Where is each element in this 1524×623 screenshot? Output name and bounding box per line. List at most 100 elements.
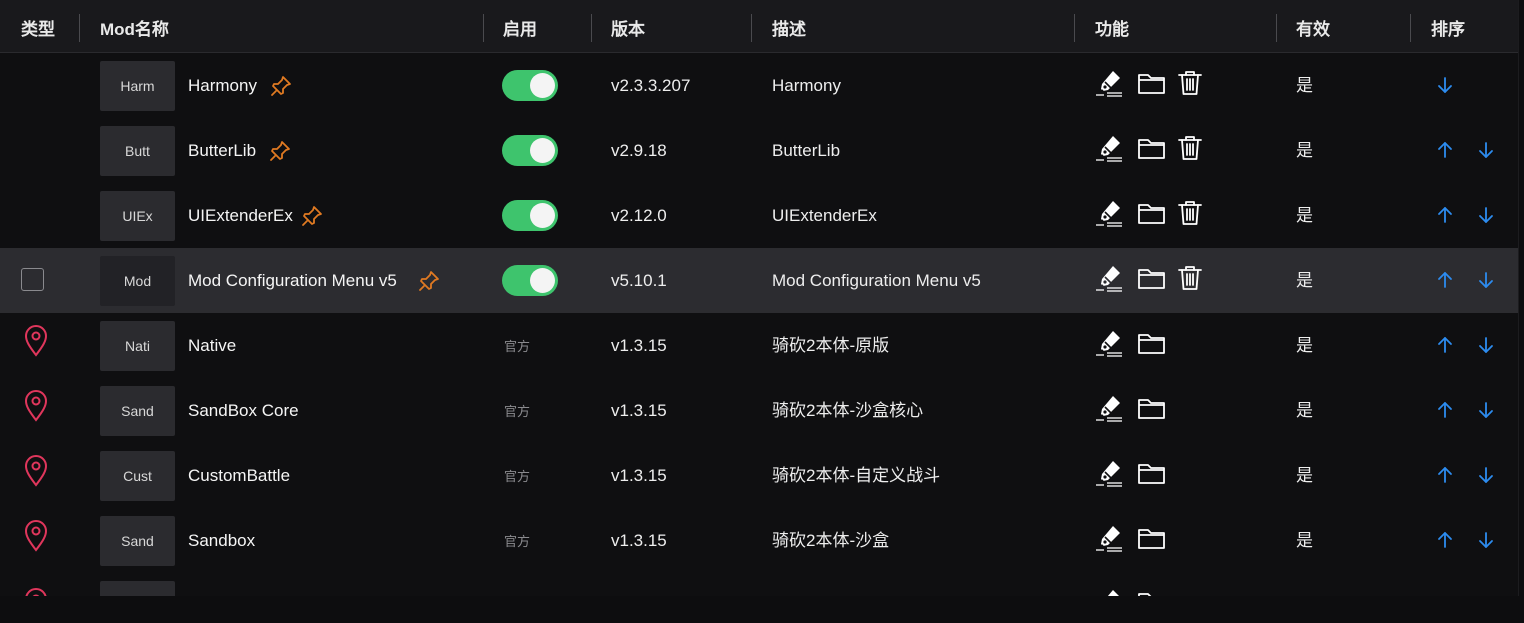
arrow-down-icon[interactable] — [1477, 140, 1495, 160]
table-row[interactable]: Cust CustomBattle 官方 v1.3.15 骑砍2本体-自定义战斗… — [0, 443, 1518, 508]
table-row[interactable]: Sand SandBox Core 官方 v1.3.15 骑砍2本体-沙盒核心 … — [0, 378, 1518, 443]
folder-icon[interactable] — [1136, 262, 1168, 294]
official-label: 官方 — [504, 469, 531, 484]
header-functions[interactable]: 功能 — [1095, 0, 1129, 52]
mod-thumbnail: Mod — [100, 256, 175, 306]
header-valid[interactable]: 有效 — [1296, 0, 1330, 52]
pen-edit-icon[interactable] — [1093, 327, 1125, 359]
pen-edit-icon[interactable] — [1093, 132, 1125, 164]
mod-description: Harmony — [772, 76, 841, 95]
table-row-partial[interactable] — [0, 578, 1518, 596]
mod-version: v1.3.15 — [611, 466, 667, 485]
mod-description: 骑砍2本体-自定义战斗 — [772, 466, 941, 485]
enable-toggle[interactable] — [502, 265, 558, 296]
pen-edit-icon[interactable] — [1093, 586, 1125, 596]
header-type[interactable]: 类型 — [21, 0, 55, 52]
arrow-up-icon[interactable] — [1436, 140, 1454, 160]
mod-thumbnail: Nati — [100, 321, 175, 371]
mod-thumbnail: Harm — [100, 61, 175, 111]
folder-icon[interactable] — [1136, 392, 1168, 424]
mod-name: Mod Configuration Menu v5 — [188, 271, 397, 290]
mod-version: v1.3.15 — [611, 531, 667, 550]
pin-icon[interactable] — [300, 204, 324, 228]
arrow-down-icon[interactable] — [1436, 75, 1454, 95]
trash-icon[interactable] — [1174, 262, 1206, 294]
arrow-down-icon[interactable] — [1477, 400, 1495, 420]
pen-edit-icon[interactable] — [1093, 392, 1125, 424]
arrow-up-icon[interactable] — [1436, 335, 1454, 355]
header-enabled[interactable]: 启用 — [503, 0, 537, 52]
pen-edit-icon[interactable] — [1093, 67, 1125, 99]
header-version[interactable]: 版本 — [611, 0, 645, 52]
mod-valid: 是 — [1296, 76, 1313, 95]
arrow-down-icon[interactable] — [1477, 270, 1495, 290]
pen-edit-icon[interactable] — [1093, 197, 1125, 229]
official-label: 官方 — [504, 339, 531, 354]
mod-valid: 是 — [1296, 401, 1313, 420]
enable-toggle[interactable] — [502, 200, 558, 231]
pen-edit-icon[interactable] — [1093, 522, 1125, 554]
toggle-knob — [530, 203, 555, 228]
location-pin-icon — [24, 520, 48, 552]
arrow-down-icon[interactable] — [1477, 530, 1495, 550]
mod-version: v2.3.3.207 — [611, 76, 691, 95]
toggle-knob — [530, 138, 555, 163]
mod-thumbnail: Butt — [100, 126, 175, 176]
trash-icon[interactable] — [1174, 132, 1206, 164]
trash-icon[interactable] — [1174, 197, 1206, 229]
official-label: 官方 — [504, 534, 531, 549]
header-divider[interactable] — [1074, 14, 1075, 42]
header-divider[interactable] — [751, 14, 752, 42]
toggle-knob — [530, 73, 555, 98]
arrow-down-icon[interactable] — [1477, 335, 1495, 355]
pin-icon[interactable] — [417, 269, 441, 293]
pen-edit-icon[interactable] — [1093, 262, 1125, 294]
folder-icon[interactable] — [1136, 132, 1168, 164]
table-row[interactable]: Butt ButterLib v2.9.18 ButterLib 是 — [0, 118, 1518, 183]
table-row[interactable]: Mod Mod Configuration Menu v5 v5.10.1 Mo… — [0, 248, 1518, 313]
table-row[interactable]: Harm Harmony v2.3.3.207 Harmony 是 — [0, 53, 1518, 118]
mod-thumbnail — [100, 581, 175, 596]
mod-name: UIExtenderEx — [188, 206, 293, 225]
arrow-down-icon[interactable] — [1477, 205, 1495, 225]
enable-toggle[interactable] — [502, 70, 558, 101]
table-row[interactable]: UIEx UIExtenderEx v2.12.0 UIExtenderEx 是 — [0, 183, 1518, 248]
folder-icon[interactable] — [1136, 67, 1168, 99]
arrow-up-icon[interactable] — [1436, 530, 1454, 550]
folder-icon[interactable] — [1136, 197, 1168, 229]
pen-edit-icon[interactable] — [1093, 457, 1125, 489]
mod-description: 骑砍2本体-沙盒 — [772, 531, 890, 550]
table-row[interactable]: Nati Native 官方 v1.3.15 骑砍2本体-原版 是 — [0, 313, 1518, 378]
arrow-up-icon[interactable] — [1436, 465, 1454, 485]
header-divider[interactable] — [79, 14, 80, 42]
pin-icon[interactable] — [268, 139, 292, 163]
trash-icon[interactable] — [1174, 67, 1206, 99]
header-divider[interactable] — [591, 14, 592, 42]
mod-valid: 是 — [1296, 336, 1313, 355]
header-divider[interactable] — [1410, 14, 1411, 42]
table-row[interactable]: Sand Sandbox 官方 v1.3.15 骑砍2本体-沙盒 是 — [0, 508, 1518, 573]
header-description[interactable]: 描述 — [772, 0, 806, 52]
arrow-down-icon[interactable] — [1477, 465, 1495, 485]
header-divider[interactable] — [1276, 14, 1277, 42]
mod-version: v2.9.18 — [611, 141, 667, 160]
mod-description: Mod Configuration Menu v5 — [772, 271, 981, 290]
arrow-up-icon[interactable] — [1436, 270, 1454, 290]
arrow-up-icon[interactable] — [1436, 400, 1454, 420]
mod-valid: 是 — [1296, 206, 1313, 225]
header-mod-name[interactable]: Mod名称 — [100, 0, 169, 52]
folder-icon[interactable] — [1136, 457, 1168, 489]
header-order[interactable]: 排序 — [1431, 0, 1465, 52]
enable-toggle[interactable] — [502, 135, 558, 166]
header-divider[interactable] — [483, 14, 484, 42]
folder-icon[interactable] — [1136, 327, 1168, 359]
folder-icon[interactable] — [1136, 586, 1168, 596]
toggle-knob — [530, 268, 555, 293]
mod-valid: 是 — [1296, 141, 1313, 160]
row-checkbox[interactable] — [21, 268, 44, 291]
location-pin-icon — [25, 588, 47, 596]
location-pin-icon — [24, 325, 48, 357]
arrow-up-icon[interactable] — [1436, 205, 1454, 225]
folder-icon[interactable] — [1136, 522, 1168, 554]
pin-icon[interactable] — [269, 74, 293, 98]
